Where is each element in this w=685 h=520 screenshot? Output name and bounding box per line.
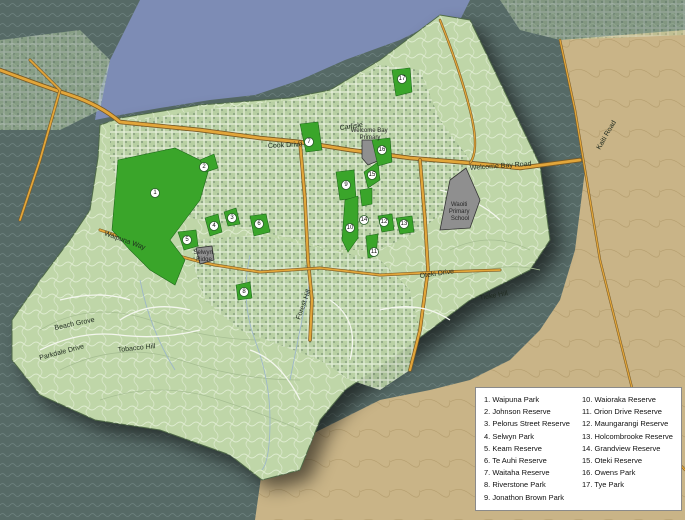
legend-item: 12. Maungarangi Reserve [582, 419, 669, 429]
svg-text:16: 16 [379, 147, 386, 153]
marker-6[interactable]: 6 [254, 219, 264, 229]
place-label-waoiti-school: Waoiti Primary School [449, 202, 471, 222]
svg-text:11: 11 [371, 249, 378, 255]
legend-item: 7. Waitaha Reserve [484, 468, 550, 478]
marker-5[interactable]: 5 [182, 235, 192, 245]
legend-item: 6. Te Auhi Reserve [484, 455, 547, 465]
marker-3[interactable]: 3 [227, 213, 237, 223]
marker-12[interactable]: 12 [379, 217, 389, 227]
legend-item: 17. Tye Park [582, 480, 624, 490]
legend-item: 4. Selwyn Park [484, 431, 535, 441]
legend-item: 8. Riverstone Park [484, 480, 546, 490]
legend-item: 2. Johnson Reserve [484, 407, 551, 417]
marker-1[interactable]: 1 [150, 188, 160, 198]
legend-item: 10. Waioraka Reserve [582, 395, 656, 404]
park-grandview-reserve[interactable] [359, 187, 373, 207]
marker-7[interactable]: 7 [304, 137, 314, 147]
marker-10[interactable]: 10 [345, 223, 355, 233]
svg-text:10: 10 [347, 225, 354, 231]
marker-11[interactable]: 11 [369, 247, 379, 257]
marker-15[interactable]: 15 [367, 170, 377, 180]
marker-16[interactable]: 16 [377, 145, 387, 155]
legend-item: 1. Waipuna Park [484, 395, 540, 404]
legend-item: 11. Orion Drive Reserve [582, 407, 662, 417]
legend-item: 3. Pelorus Street Reserve [484, 419, 570, 429]
map-legend: 1. Waipuna Park 2. Johnson Reserve 3. Pe… [475, 387, 682, 511]
map-stage: 1 2 3 4 5 6 7 8 9 10 11 12 13 14 15 16 1… [0, 0, 685, 520]
marker-4[interactable]: 4 [209, 221, 219, 231]
place-label-selwyn-ridge: Selwyn Ridge [193, 250, 214, 263]
svg-text:14: 14 [361, 217, 368, 223]
svg-text:17: 17 [399, 76, 406, 82]
legend-item: 16. Owens Park [582, 468, 636, 478]
marker-9[interactable]: 9 [341, 180, 351, 190]
marker-14[interactable]: 14 [359, 215, 369, 225]
legend-item: 9. Jonathon Brown Park [484, 492, 565, 502]
marker-8[interactable]: 8 [239, 287, 249, 297]
marker-13[interactable]: 13 [399, 219, 409, 229]
legend-item: 14. Grandview Reserve [582, 443, 661, 453]
marker-17[interactable]: 17 [397, 74, 407, 84]
marker-2[interactable]: 2 [199, 162, 209, 172]
legend-item: 15. Oteki Reserve [582, 455, 643, 465]
svg-text:15: 15 [369, 172, 376, 178]
svg-text:13: 13 [401, 221, 408, 227]
svg-text:12: 12 [381, 219, 388, 225]
legend-item: 13. Holcombrooke Reserve [582, 431, 673, 441]
legend-item: 5. Keam Reserve [484, 443, 542, 453]
